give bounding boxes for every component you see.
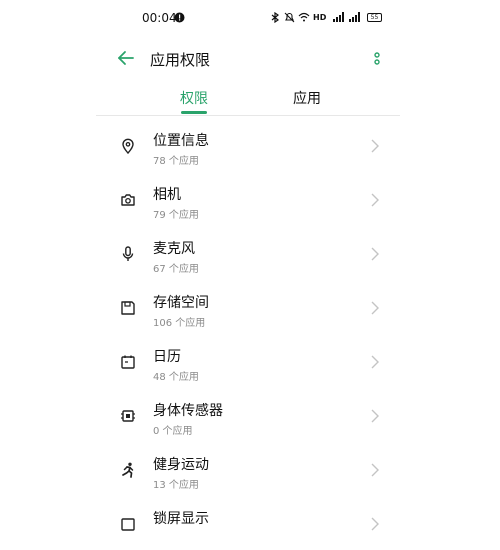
permission-item-microphone[interactable]: 麦克风 67 个应用 [100, 226, 400, 280]
storage-icon [121, 301, 135, 315]
status-bar: 00:04 HD 55 [0, 0, 500, 36]
permission-count: 48 个应用 [153, 372, 199, 383]
battery-icon: 55 [367, 13, 382, 22]
microphone-icon [122, 246, 134, 261]
permission-name: 锁屏显示 [153, 511, 209, 527]
permission-name: 存储空间 [153, 295, 209, 311]
permission-name: 健身运动 [153, 457, 209, 473]
arrow-left-icon [118, 51, 134, 65]
location-pin-icon [122, 138, 134, 154]
permission-item-lock-screen[interactable]: 锁屏显示 [100, 496, 400, 550]
permission-item-location[interactable]: 位置信息 78 个应用 [100, 118, 400, 172]
signal-2-icon [348, 12, 360, 26]
chevron-right-icon [371, 247, 379, 261]
chevron-right-icon [371, 301, 379, 315]
notification-icon [174, 12, 185, 27]
permission-item-fitness[interactable]: 健身运动 13 个应用 [100, 442, 400, 496]
calendar-icon [121, 355, 135, 369]
tab-permissions[interactable]: 权限 [180, 88, 208, 108]
permission-name: 麦克风 [153, 241, 195, 257]
tab-divider [96, 115, 400, 116]
active-tab-indicator [181, 111, 207, 114]
permission-item-calendar[interactable]: 日历 48 个应用 [100, 334, 400, 388]
chevron-right-icon [371, 139, 379, 153]
hd-badge: HD [313, 13, 327, 22]
chevron-right-icon [371, 463, 379, 477]
wifi-icon [298, 12, 310, 26]
permission-item-storage[interactable]: 存储空间 106 个应用 [100, 280, 400, 334]
permission-name: 身体传感器 [153, 403, 223, 419]
permission-count: 13 个应用 [153, 480, 199, 491]
mute-bell-icon [284, 12, 295, 27]
permission-item-camera[interactable]: 相机 79 个应用 [100, 172, 400, 226]
permission-name: 日历 [153, 349, 181, 365]
permission-name: 位置信息 [153, 133, 209, 149]
back-button[interactable] [114, 46, 138, 70]
chevron-right-icon [371, 517, 379, 531]
more-options-button[interactable] [372, 50, 382, 68]
status-time: 00:04 [142, 11, 177, 25]
chevron-right-icon [371, 193, 379, 207]
camera-icon [121, 194, 135, 206]
tab-apps[interactable]: 应用 [293, 88, 321, 108]
signal-icon [332, 12, 344, 26]
bluetooth-icon [270, 11, 280, 27]
sensor-chip-icon [121, 410, 135, 422]
app-permissions-screen: 00:04 HD 55 应用权限 权限 应用 位置信息 78 个应用 相机 79… [0, 0, 500, 531]
page-title: 应用权限 [150, 51, 211, 69]
more-vertical-icon [374, 52, 380, 65]
lock-screen-icon [121, 518, 135, 531]
chevron-right-icon [371, 355, 379, 369]
permission-count: 0 个应用 [153, 426, 193, 437]
permission-count: 67 个应用 [153, 264, 199, 275]
permission-count: 106 个应用 [153, 318, 206, 329]
chevron-right-icon [371, 409, 379, 423]
running-icon [122, 462, 134, 478]
permission-item-body-sensors[interactable]: 身体传感器 0 个应用 [100, 388, 400, 442]
permission-count: 78 个应用 [153, 156, 199, 167]
permission-name: 相机 [153, 187, 181, 203]
permission-count: 79 个应用 [153, 210, 199, 221]
